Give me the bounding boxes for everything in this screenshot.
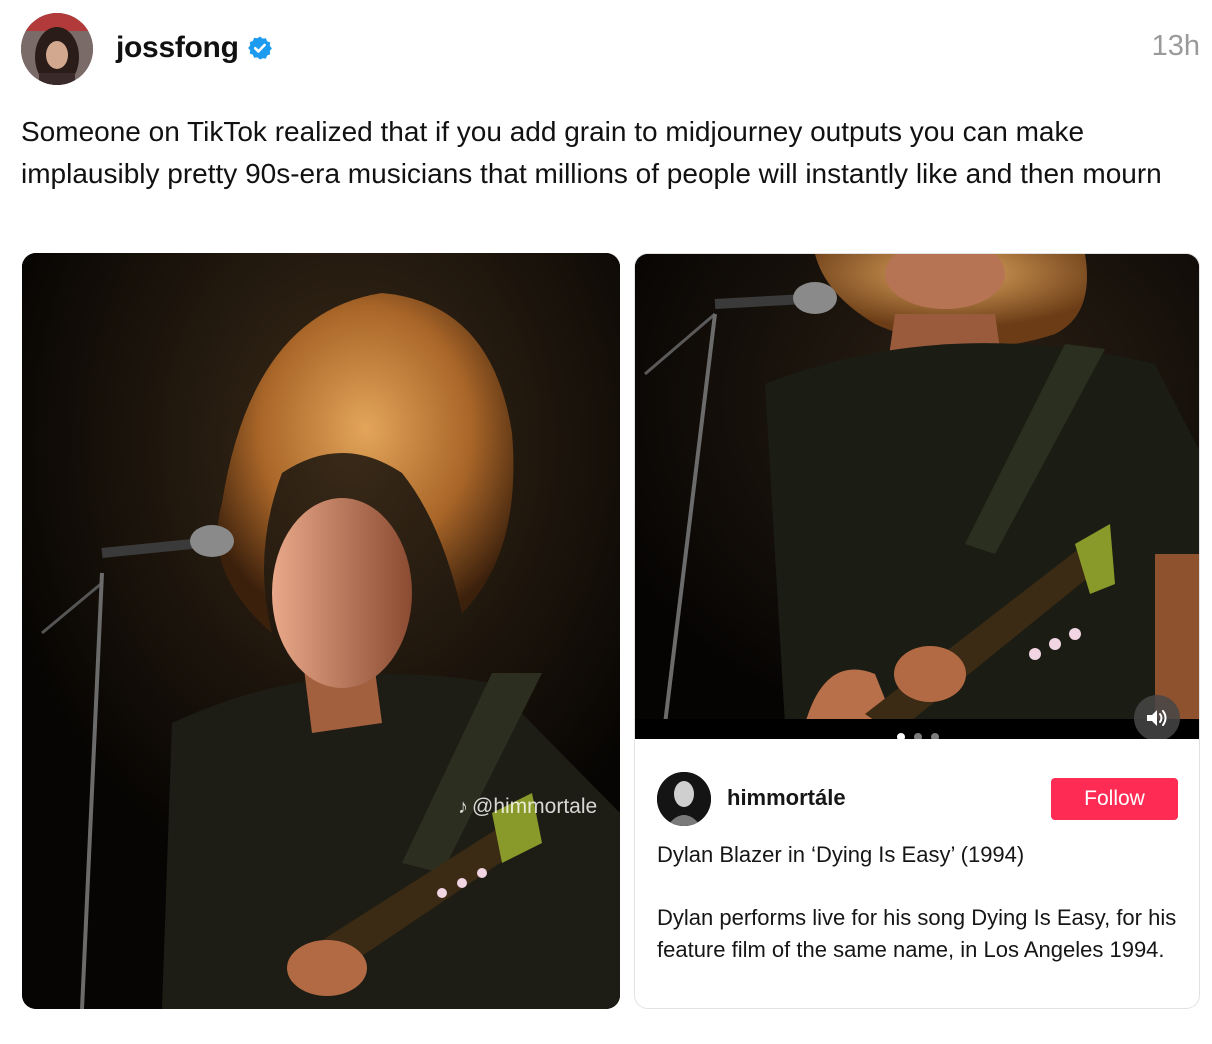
carousel-dot[interactable] [931,733,939,739]
tiktok-author-avatar[interactable] [657,772,711,826]
post-body-text: Someone on TikTok realized that if you a… [21,116,1162,189]
carousel-indicator[interactable] [897,733,939,739]
verified-badge-icon [247,35,273,61]
musician-closeup-photo [635,254,1199,739]
watermark-handle: @himmortale [472,795,598,818]
musician-photo [22,253,620,1009]
post-image-musician[interactable]: ♪ @himmortale [22,253,620,1009]
follow-button[interactable]: Follow [1051,778,1178,820]
author-username[interactable]: jossfong [116,31,239,65]
tiktok-author-username[interactable]: himmortále [727,785,846,811]
tiktok-embed-card[interactable]: himmortále Follow Dylan Blazer in ‘Dying… [634,253,1200,1009]
post-timestamp[interactable]: 13h [1152,30,1200,63]
author-avatar[interactable] [21,13,93,85]
tiktok-watermark: ♪ @himmortale [458,795,597,819]
tiktok-video-description: Dylan performs live for his song Dying I… [657,905,1177,962]
tiktok-video-title: Dylan Blazer in ‘Dying Is Easy’ (1994) [657,842,1025,867]
speaker-icon [1147,710,1167,726]
author-avatar-image [21,13,93,85]
tiktok-icon: ♪ [458,795,468,818]
tiktok-video-frame[interactable] [635,254,1199,739]
carousel-dot[interactable] [897,733,905,739]
author-info: jossfong [116,28,273,68]
tiktok-author-avatar-image [657,772,711,826]
carousel-dot[interactable] [914,733,922,739]
sound-toggle-button[interactable] [1134,695,1180,739]
